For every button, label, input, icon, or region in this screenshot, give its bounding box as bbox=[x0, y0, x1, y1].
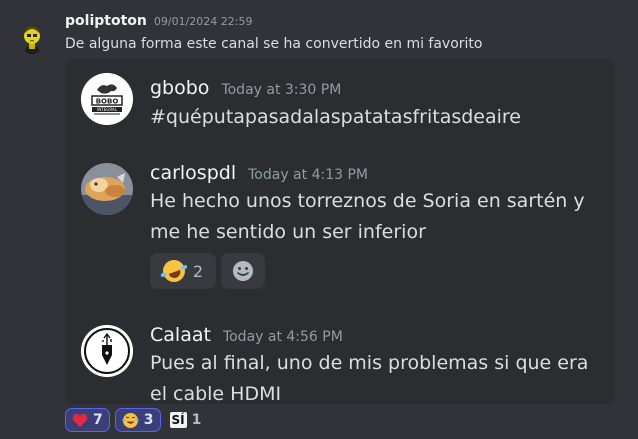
reaction-count: 2 bbox=[192, 261, 204, 281]
timestamp: 09/01/2024 22:59 bbox=[153, 15, 253, 28]
svg-text:BOBO: BOBO bbox=[96, 98, 119, 106]
usb-pen-nib-logo[interactable] bbox=[81, 325, 133, 377]
bobo-integral-logo[interactable]: BOBO INTEGRAL bbox=[81, 73, 133, 125]
message-header: carlospdl Today at 4:13 PM bbox=[150, 162, 368, 184]
reaction-count: 7 bbox=[93, 412, 103, 428]
message-header: Calaat Today at 4:56 PM bbox=[150, 324, 343, 346]
reaction-si[interactable]: SÍ 1 bbox=[166, 408, 206, 432]
message-text: He hecho unos torreznos de Soria en sart… bbox=[150, 190, 585, 243]
reaction-joy[interactable]: 3 bbox=[114, 408, 161, 432]
rofl-emoji-icon bbox=[159, 256, 189, 286]
username[interactable]: poliptoton bbox=[65, 13, 147, 29]
cat-photo-avatar[interactable] bbox=[81, 163, 133, 215]
user-avatar[interactable] bbox=[17, 24, 47, 54]
si-emoji-icon: SÍ bbox=[169, 412, 187, 428]
joy-emoji-icon bbox=[122, 412, 139, 428]
username[interactable]: carlospdl bbox=[150, 162, 236, 184]
forwarded-messages-embed: BOBO INTEGRAL gbobo Today at 3:30 PM #qu… bbox=[65, 59, 615, 405]
add-reaction-button[interactable] bbox=[221, 253, 265, 289]
reaction-rofl[interactable]: 2 bbox=[150, 253, 216, 289]
username[interactable]: gbobo bbox=[150, 77, 209, 99]
reaction-count: 3 bbox=[143, 412, 154, 428]
username[interactable]: Calaat bbox=[150, 324, 211, 346]
reaction-count: 1 bbox=[191, 412, 202, 428]
message-text: De alguna forma este canal se ha convert… bbox=[65, 36, 483, 52]
message-text: Pues al final, uno de mis problemas si q… bbox=[150, 352, 589, 405]
reaction-heart[interactable]: 7 bbox=[65, 408, 110, 432]
reaction-bar: 7 3 SÍ 1 bbox=[65, 408, 210, 432]
timestamp: Today at 3:30 PM bbox=[221, 82, 342, 98]
add-reaction-icon bbox=[233, 261, 253, 281]
timestamp: Today at 4:56 PM bbox=[222, 329, 343, 345]
svg-text:INTEGRAL: INTEGRAL bbox=[97, 107, 118, 112]
heart-icon bbox=[72, 413, 88, 427]
message-header: gbobo Today at 3:30 PM bbox=[150, 77, 341, 99]
message-header: poliptoton 09/01/2024 22:59 bbox=[65, 13, 252, 29]
message-text: #quéputapasadalaspatatasfritasdeaire bbox=[150, 106, 521, 128]
timestamp: Today at 4:13 PM bbox=[248, 167, 368, 183]
